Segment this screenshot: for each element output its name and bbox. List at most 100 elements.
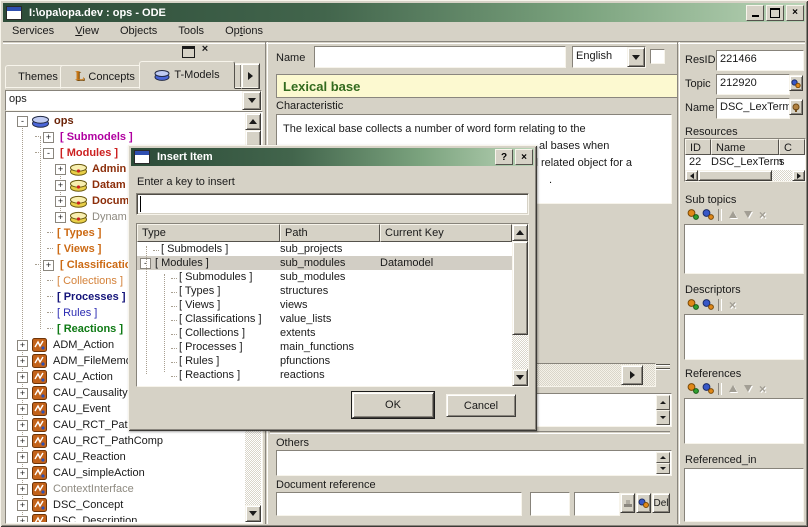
resources-col-name[interactable]: Name: [711, 139, 779, 155]
expander-icon[interactable]: +: [55, 196, 66, 207]
scroll-up-button[interactable]: [512, 224, 528, 241]
dialog-row-reactions[interactable]: [ Reactions ] reactions: [137, 368, 512, 382]
language-checkbox[interactable]: [650, 49, 665, 64]
document-reference-input[interactable]: [276, 492, 522, 516]
cancel-button[interactable]: Cancel: [446, 394, 516, 417]
tree-item-ops[interactable]: -ops: [7, 113, 245, 129]
link-descriptor-icon[interactable]: [700, 298, 715, 311]
model-combobox[interactable]: ops: [5, 90, 262, 111]
resources-row[interactable]: 22 DSC_LexTerm s: [685, 155, 805, 169]
scroll-thumb[interactable]: [698, 170, 772, 181]
others-field[interactable]: [276, 450, 672, 476]
add-topic-icon[interactable]: [685, 208, 700, 221]
close-button[interactable]: ×: [786, 5, 804, 21]
add-reference-icon[interactable]: [685, 382, 700, 395]
document-reference-field-2[interactable]: [530, 492, 570, 516]
dialog-row-modules-selected[interactable]: -[ Modules ] sub_modules Datamodel: [137, 256, 512, 270]
expander-icon[interactable]: +: [55, 164, 66, 175]
tab-t-models[interactable]: T-Models: [139, 61, 235, 89]
expander-icon[interactable]: +: [17, 452, 28, 463]
document-reference-del-button[interactable]: Del: [652, 493, 670, 513]
descriptors-list[interactable]: [684, 314, 804, 360]
resid-input[interactable]: 221466: [716, 50, 804, 71]
expander-icon[interactable]: -: [17, 116, 28, 127]
column-current-key[interactable]: Current Key: [380, 224, 512, 242]
close-panel-icon[interactable]: ×: [199, 43, 211, 57]
menu-objects[interactable]: Objects: [111, 22, 166, 40]
move-up-icon[interactable]: [725, 208, 740, 221]
tree-item-class[interactable]: +CAU_Reaction: [7, 449, 245, 465]
tree-scroll-down-button[interactable]: [245, 505, 261, 522]
move-down-icon[interactable]: [740, 382, 755, 395]
dialog-row-submodules[interactable]: [ Submodules ] sub_modules: [137, 270, 512, 284]
expander-icon[interactable]: +: [17, 388, 28, 399]
tab-concepts[interactable]: L Concepts: [60, 65, 150, 89]
name-pick-button[interactable]: [789, 99, 803, 115]
translation-spinner[interactable]: [656, 395, 670, 425]
minimize-button[interactable]: [746, 5, 764, 21]
tree-item-class[interactable]: +DSC_Description: [7, 513, 245, 522]
topic-input[interactable]: 212920: [716, 74, 790, 95]
dialog-vscrollbar[interactable]: [512, 224, 528, 386]
link-topic-icon[interactable]: [700, 208, 715, 221]
delete-icon[interactable]: ×: [755, 382, 770, 395]
expander-icon[interactable]: +: [17, 372, 28, 383]
dialog-help-button[interactable]: ?: [495, 149, 513, 165]
expander-icon[interactable]: +: [17, 484, 28, 495]
resources-table[interactable]: ID Name C 22 DSC_LexTerm s: [684, 138, 806, 182]
expander-icon[interactable]: +: [17, 436, 28, 447]
spin-up-button[interactable]: [656, 395, 670, 410]
tree-item-class[interactable]: +ContextInterface: [7, 481, 245, 497]
language-dropdown-button[interactable]: [627, 47, 645, 67]
expander-icon[interactable]: +: [55, 180, 66, 191]
expander-icon[interactable]: +: [17, 516, 28, 523]
expander-icon[interactable]: +: [17, 420, 28, 431]
dialog-row-processes[interactable]: [ Processes ] main_functions: [137, 340, 512, 354]
move-up-icon[interactable]: [725, 382, 740, 395]
dialog-row-views[interactable]: [ Views ] views: [137, 298, 512, 312]
tree-item-submodels[interactable]: +[ Submodels ]: [7, 129, 245, 145]
tree-item-class[interactable]: +DSC_Concept: [7, 497, 245, 513]
menu-services[interactable]: Services: [3, 22, 63, 40]
menu-view[interactable]: View: [66, 22, 108, 40]
hscroll-right-button[interactable]: [621, 365, 643, 385]
key-input[interactable]: [136, 193, 529, 215]
tree-item-class[interactable]: +CAU_simpleAction: [7, 465, 245, 481]
expander-icon[interactable]: +: [17, 356, 28, 367]
expander-icon[interactable]: +: [17, 500, 28, 511]
splitter-right[interactable]: [677, 42, 680, 524]
sub-topics-list[interactable]: [684, 224, 804, 274]
dialog-titlebar[interactable]: Insert Item ? ×: [131, 148, 534, 166]
delete-icon[interactable]: ×: [725, 298, 740, 311]
delete-icon[interactable]: ×: [755, 208, 770, 221]
document-reference-field-3[interactable]: [574, 492, 620, 516]
dialog-row-submodels[interactable]: [ Submodels ] sub_projects: [137, 242, 512, 256]
maximize-button[interactable]: [766, 5, 784, 21]
expander-icon[interactable]: +: [17, 404, 28, 415]
model-combobox-dropdown-button[interactable]: [242, 91, 261, 110]
tree-scroll-up-button[interactable]: [245, 113, 261, 130]
menu-options[interactable]: Options: [216, 22, 272, 40]
spin-down-button[interactable]: [656, 463, 670, 474]
scroll-left-button[interactable]: [685, 170, 698, 181]
expander-icon[interactable]: +: [43, 260, 54, 271]
ok-button[interactable]: OK: [352, 392, 434, 418]
expander-icon[interactable]: +: [55, 212, 66, 223]
name-input[interactable]: [314, 46, 566, 68]
add-descriptor-icon[interactable]: [685, 298, 700, 311]
spin-down-button[interactable]: [656, 410, 670, 425]
scroll-thumb[interactable]: [512, 241, 528, 335]
resources-col-c[interactable]: C: [779, 139, 805, 155]
dialog-row-types[interactable]: [ Types ] structures: [137, 284, 512, 298]
others-spinner[interactable]: [656, 452, 670, 474]
referenced-in-list[interactable]: [684, 468, 804, 522]
dialog-row-collections[interactable]: [ Collections ] extents: [137, 326, 512, 340]
column-path[interactable]: Path: [280, 224, 380, 242]
topic-pick-button[interactable]: [789, 75, 803, 91]
document-reference-link-button[interactable]: [636, 493, 651, 513]
column-type[interactable]: Type: [137, 224, 280, 242]
expander-icon[interactable]: +: [43, 132, 54, 143]
document-reference-open-button[interactable]: [620, 493, 635, 513]
move-down-icon[interactable]: [740, 208, 755, 221]
scroll-down-button[interactable]: [512, 369, 528, 386]
